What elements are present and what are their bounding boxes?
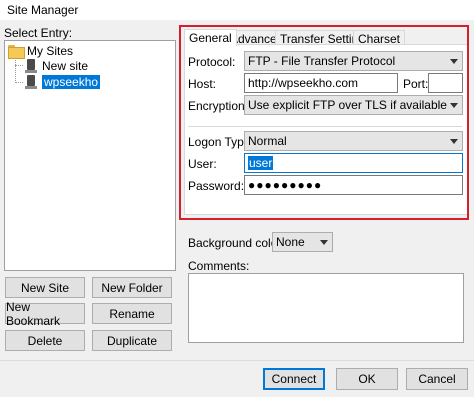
rename-button[interactable]: Rename bbox=[92, 303, 172, 324]
protocol-label: Protocol: bbox=[188, 55, 236, 69]
background-color-label: Background color: bbox=[188, 236, 285, 250]
tab-general[interactable]: General bbox=[184, 29, 237, 46]
server-icon bbox=[25, 75, 37, 89]
cancel-button[interactable]: Cancel bbox=[406, 368, 468, 390]
tree-item-label: wpseekho bbox=[42, 75, 101, 89]
tree-item-label: New site bbox=[42, 59, 89, 73]
port-label: Port: bbox=[403, 77, 429, 91]
tree-connector bbox=[15, 82, 23, 83]
encryption-value: Use explicit FTP over TLS if available bbox=[248, 98, 447, 112]
tree-connector bbox=[15, 58, 16, 83]
password-input[interactable]: ●●●●●●●●● bbox=[244, 175, 463, 195]
duplicate-button[interactable]: Duplicate bbox=[92, 330, 172, 351]
chevron-down-icon bbox=[320, 240, 328, 245]
select-entry-label: Select Entry: bbox=[4, 26, 73, 40]
background-color-value: None bbox=[276, 235, 305, 249]
protocol-select[interactable]: FTP - File Transfer Protocol bbox=[244, 51, 463, 71]
new-site-button[interactable]: New Site bbox=[5, 277, 85, 298]
user-input[interactable]: user bbox=[244, 153, 463, 173]
connect-button[interactable]: Connect bbox=[263, 368, 325, 390]
encryption-label: Encryption: bbox=[188, 99, 249, 113]
tree-connector bbox=[15, 65, 23, 66]
comments-textarea[interactable] bbox=[188, 273, 464, 343]
chevron-down-icon bbox=[450, 139, 458, 144]
folder-icon bbox=[8, 45, 25, 59]
user-value: user bbox=[248, 156, 274, 170]
delete-button[interactable]: Delete bbox=[5, 330, 85, 351]
window-title: Site Manager bbox=[7, 3, 79, 17]
encryption-select[interactable]: Use explicit FTP over TLS if available bbox=[244, 95, 463, 115]
password-label: Password: bbox=[188, 179, 245, 193]
password-value: ●●●●●●●●● bbox=[248, 178, 323, 192]
user-label: User: bbox=[188, 157, 217, 171]
window-title-bar: Site Manager bbox=[0, 0, 474, 20]
server-icon bbox=[25, 59, 37, 73]
comments-label: Comments: bbox=[188, 259, 250, 273]
new-bookmark-button[interactable]: New Bookmark bbox=[5, 300, 85, 328]
chevron-down-icon bbox=[450, 103, 458, 108]
tree-item-label: My Sites bbox=[27, 44, 74, 58]
tree-item-wpseekho[interactable]: wpseekho bbox=[25, 74, 101, 90]
protocol-value: FTP - File Transfer Protocol bbox=[248, 54, 396, 68]
chevron-down-icon bbox=[450, 59, 458, 64]
logon-type-value: Normal bbox=[248, 134, 287, 148]
tree-item-new-site[interactable]: New site bbox=[25, 58, 88, 74]
background-color-select[interactable]: None bbox=[272, 232, 333, 252]
section-divider bbox=[188, 126, 462, 127]
host-input[interactable]: http://wpseekho.com bbox=[244, 73, 398, 93]
new-folder-button[interactable]: New Folder bbox=[92, 277, 172, 298]
host-label: Host: bbox=[188, 77, 217, 91]
footer-divider bbox=[0, 360, 474, 361]
site-tree[interactable]: My Sites New site wpseekho bbox=[4, 40, 176, 271]
tree-item-my-sites[interactable]: My Sites bbox=[8, 43, 73, 59]
port-input[interactable] bbox=[428, 73, 463, 93]
logon-type-select[interactable]: Normal bbox=[244, 131, 463, 151]
ok-button[interactable]: OK bbox=[336, 368, 398, 390]
